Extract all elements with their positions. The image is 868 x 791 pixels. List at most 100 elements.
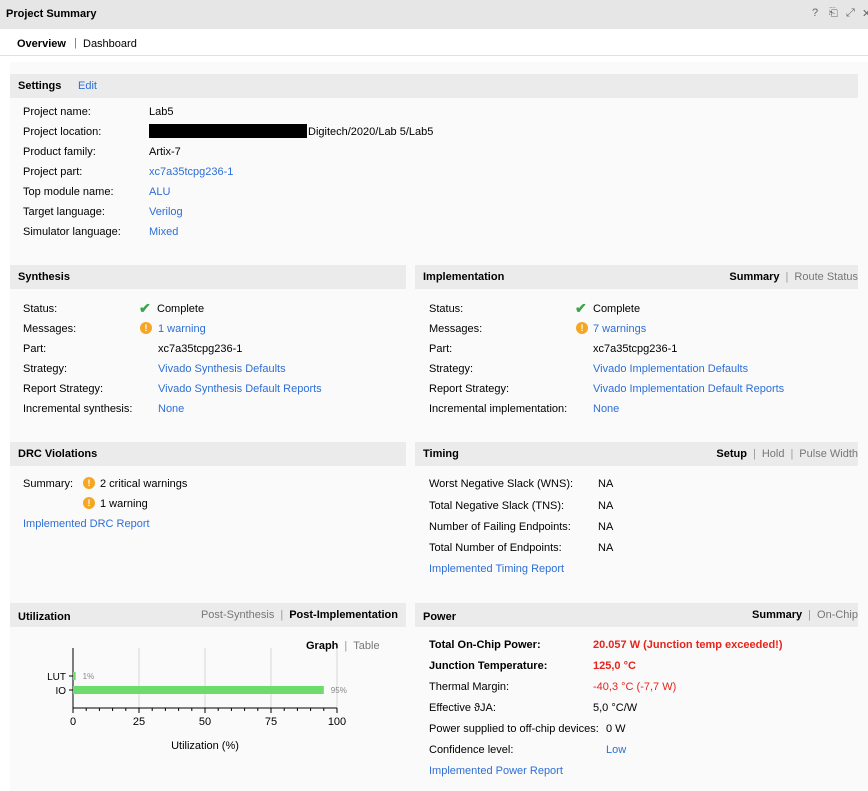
utilization-title: Utilization (18, 611, 71, 623)
implementation-title: Implementation (423, 271, 505, 283)
power-summary-tab[interactable]: Summary (752, 609, 802, 621)
power-report-link[interactable]: Implemented Power Report (429, 765, 563, 777)
power-label: Thermal Margin: (429, 681, 510, 693)
power-view-tabs: Summary | On-Chip (752, 609, 858, 621)
bar-value-label: 1% (83, 672, 95, 681)
setup-tab[interactable]: Setup (716, 448, 747, 460)
power-label: Effective ϑJA: (429, 702, 496, 714)
synthesis-header: Synthesis (10, 265, 406, 289)
x-tick-label: 0 (70, 716, 76, 728)
warning-icon: ! (140, 322, 152, 334)
x-tick-label: 100 (328, 716, 346, 728)
timing-value: NA (598, 542, 614, 554)
utilization-chart: 0 25 50 75 100 Utilization (%) LUT 1% IO 95% (47, 648, 347, 752)
timing-value: NA (598, 521, 614, 533)
implementation-label: Report Strategy: (429, 383, 510, 395)
implementation-label: Part: (429, 343, 453, 355)
restore-icon[interactable]: ⎗ (829, 7, 838, 20)
power-value: 5,0 °C/W (593, 702, 638, 714)
drc-header: DRC Violations (10, 442, 406, 466)
drc-report-link[interactable]: Implemented DRC Report (23, 518, 150, 530)
timing-label: Total Negative Slack (TNS): (429, 500, 565, 512)
settings-label: Top module name: (23, 186, 114, 198)
synthesis-label: Part: (23, 343, 47, 355)
category-label: LUT (47, 672, 66, 683)
settings-label: Target language: (23, 206, 105, 218)
redacted-path-block (149, 124, 307, 138)
timing-title: Timing (423, 448, 459, 460)
implementation-report-strategy-link[interactable]: Vivado Implementation Default Reports (593, 383, 784, 395)
utilization-view-tabs: Post-Synthesis | Post-Implementation (200, 609, 398, 621)
synthesis-messages-link[interactable]: 1 warning (158, 323, 206, 335)
tab-overview[interactable]: Overview (17, 38, 66, 50)
target-language-link[interactable]: Verilog (149, 206, 183, 218)
simulator-language-link[interactable]: Mixed (149, 226, 178, 238)
timing-report-link[interactable]: Implemented Timing Report (429, 563, 564, 575)
help-icon[interactable]: ? (812, 7, 818, 19)
incremental-synthesis-link[interactable]: None (158, 403, 184, 415)
implementation-header: Implementation Summary | Route Status (415, 265, 858, 289)
timing-value: NA (598, 500, 614, 512)
synthesis-strategy-link[interactable]: Vivado Synthesis Defaults (158, 363, 286, 375)
post-synthesis-tab[interactable]: Post-Synthesis (201, 609, 274, 621)
check-icon: ✔ (575, 300, 587, 316)
synthesis-label: Strategy: (23, 363, 68, 375)
drc-warnings: 1 warning (100, 498, 148, 510)
summary-content: Settings Edit Project name: Lab5 Project… (10, 62, 868, 791)
timing-view-tabs: Setup | Hold | Pulse Width (716, 448, 858, 460)
float-icon[interactable]: ⤢ (846, 7, 855, 20)
x-tick-label: 75 (265, 716, 277, 728)
power-value: 0 W (606, 723, 626, 735)
implementation-label: Incremental implementation: (429, 403, 568, 415)
post-implementation-tab[interactable]: Post-Implementation (289, 609, 398, 621)
critical-warning-icon: ! (83, 477, 95, 489)
hold-tab[interactable]: Hold (762, 448, 785, 460)
power-label: Power supplied to off-chip devices: (429, 723, 599, 735)
implementation-view-tabs: Summary | Route Status (729, 271, 858, 283)
implementation-strategy-link[interactable]: Vivado Implementation Defaults (593, 363, 748, 375)
implementation-messages-link[interactable]: 7 warnings (593, 323, 646, 335)
synthesis-label: Report Strategy: (23, 383, 104, 395)
settings-value: Digitech/2020/Lab 5/Lab5 (308, 126, 434, 138)
pulse-width-tab[interactable]: Pulse Width (799, 448, 858, 460)
tab-dashboard[interactable]: Dashboard (83, 38, 137, 50)
synthesis-value: xc7a35tcpg236-1 (158, 343, 243, 355)
timing-label: Worst Negative Slack (WNS): (429, 478, 574, 490)
utilization-header: Utilization Post-Synthesis | Post-Implemen… (10, 603, 406, 627)
timing-label: Number of Failing Endpoints: (429, 521, 571, 533)
power-title: Power (423, 611, 457, 623)
route-status-tab[interactable]: Route Status (794, 271, 858, 283)
power-label: Junction Temperature: (429, 660, 548, 672)
power-label: Confidence level: (429, 744, 514, 756)
implementation-summary-tab[interactable]: Summary (729, 271, 779, 283)
drc-title: DRC Violations (18, 448, 98, 460)
power-header: Power Summary | On-Chip (415, 603, 858, 627)
implementation-label: Status: (429, 303, 464, 315)
synthesis-label: Status: (23, 303, 58, 315)
total-power-value: 20.057 W (Junction temp exceeded!) (593, 639, 783, 651)
on-chip-tab[interactable]: On-Chip (817, 609, 858, 621)
tab-bar: Overview | Dashboard (0, 29, 868, 56)
timing-value: NA (598, 478, 614, 490)
synthesis-report-strategy-link[interactable]: Vivado Synthesis Default Reports (158, 383, 322, 395)
timing-header: Timing Setup | Hold | Pulse Width (415, 442, 858, 466)
project-part-link[interactable]: xc7a35tcpg236-1 (149, 166, 233, 178)
timing-label: Total Number of Endpoints: (429, 542, 562, 554)
settings-label: Project part: (23, 166, 83, 178)
settings-label: Simulator language: (23, 226, 121, 238)
settings-edit-link[interactable]: Edit (78, 80, 97, 92)
settings-value: Artix-7 (149, 146, 181, 158)
junction-temperature-value: 125,0 °C (593, 660, 636, 672)
implementation-label: Messages: (429, 323, 483, 335)
incremental-implementation-link[interactable]: None (593, 403, 619, 415)
top-module-link[interactable]: ALU (149, 186, 170, 198)
close-icon[interactable]: ✕ (862, 7, 868, 20)
tab-separator: | (74, 37, 77, 49)
confidence-level-link[interactable]: Low (606, 744, 626, 756)
x-axis-label: Utilization (%) (171, 740, 239, 752)
synthesis-status: Complete (157, 303, 205, 315)
settings-label: Product family: (23, 146, 96, 158)
synthesis-title: Synthesis (18, 271, 70, 283)
title-bar: Project Summary ? ⎗ ⤢ ✕ (0, 0, 868, 29)
bar-io (73, 686, 324, 694)
